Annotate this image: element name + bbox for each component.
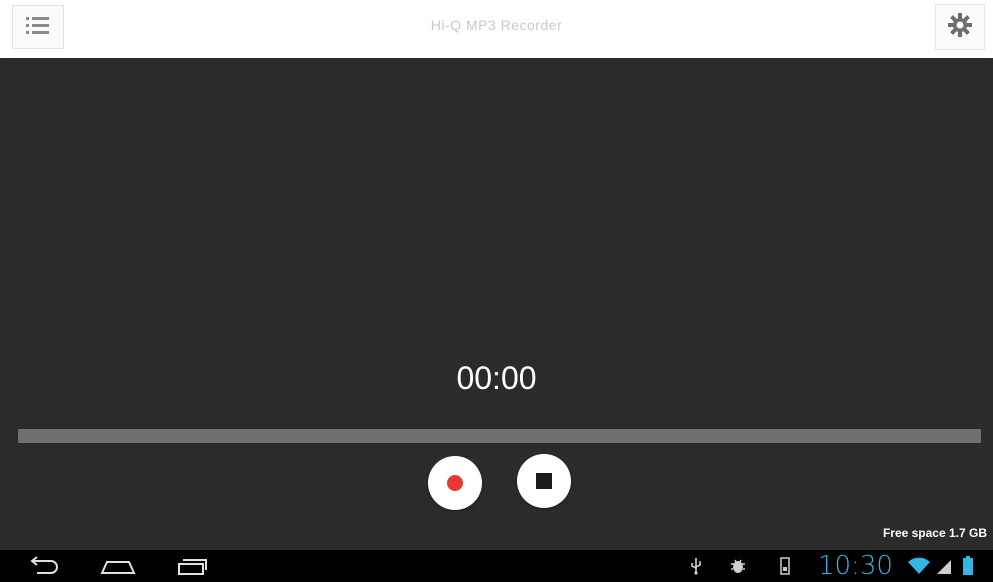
back-icon[interactable]: [24, 554, 64, 578]
free-space-label: Free space 1.7 GB: [882, 526, 987, 540]
system-bar: 10:30: [0, 550, 993, 582]
battery-icon: [958, 556, 978, 576]
settings-button[interactable]: [935, 4, 985, 50]
app-title: Hi-Q MP3 Recorder: [430, 17, 563, 33]
gear-icon: [947, 12, 973, 43]
recording-progress-bar[interactable]: [18, 429, 981, 443]
elapsed-time: 00:00: [456, 360, 537, 396]
record-button[interactable]: [428, 456, 482, 510]
debug-icon: [728, 556, 748, 576]
home-icon[interactable]: [98, 554, 138, 578]
record-icon: [447, 475, 463, 491]
stop-button[interactable]: [517, 454, 571, 508]
status-clock: 10:30: [818, 551, 893, 581]
wifi-icon: [906, 556, 932, 576]
sd-card-icon: [775, 556, 795, 576]
usb-icon: [686, 556, 706, 576]
recent-apps-icon[interactable]: [172, 554, 212, 578]
action-bar: Hi-Q MP3 Recorder: [0, 0, 993, 58]
stop-icon: [536, 473, 552, 489]
recorder-screen: Hi-Q MP3 Recorder 00:00 Free space 1.7 G…: [0, 0, 993, 582]
recorder-panel: 00:00 Free space 1.7 GB: [6, 58, 987, 550]
signal-icon: [934, 556, 954, 576]
